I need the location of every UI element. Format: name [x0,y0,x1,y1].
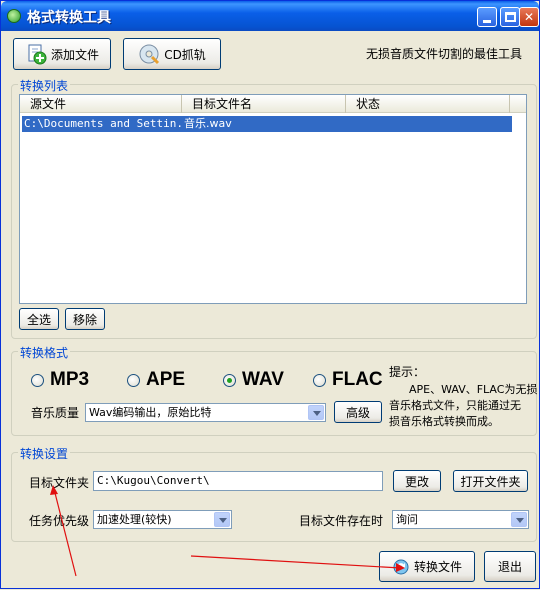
remove-button[interactable]: 移除 [65,308,105,330]
list-header: 源文件 目标文件名 状态 [20,95,526,113]
radio-ape-dot [127,373,140,387]
minimize-button[interactable] [477,7,497,27]
slogan-text: 无损音质文件切割的最佳工具 [366,47,523,61]
hint-line-1: APE、WAV、FLAC为无损 [409,383,538,396]
exists-select[interactable]: 询问 [392,510,529,529]
radio-mp3-label: MP3 [50,369,90,390]
row-source: C:\Documents and Settin... [24,117,182,130]
hint-line-2: 音乐格式文件，只能通过无 [389,399,521,412]
radio-ape[interactable]: APE [127,369,185,391]
hint-title: 提示： [389,365,426,379]
quality-value: Wav编码输出，原始比特 [89,406,212,419]
app-icon [7,9,21,23]
advanced-button[interactable]: 高级 [334,401,382,423]
radio-flac[interactable]: FLAC [313,369,383,391]
select-all-button[interactable]: 全选 [19,308,59,330]
add-file-button[interactable]: 添加文件 [13,38,111,70]
priority-label: 任务优先级 [29,514,90,528]
radio-ape-label: APE [146,369,186,390]
convert-list-view[interactable]: 源文件 目标文件名 状态 C:\Documents and Settin... … [19,94,527,304]
format-title: 转换格式 [18,344,71,361]
column-source[interactable]: 源文件 [20,95,182,113]
window-title: 格式转换工具 [27,10,111,26]
radio-mp3-dot [31,373,44,387]
quality-label: 音乐质量 [31,406,80,420]
close-button[interactable]: ✕ [519,7,539,27]
chevron-down-icon [214,512,230,527]
maximize-icon [505,12,516,22]
priority-value: 加速处理(较快) [97,513,172,526]
row-target: 音乐.wav [184,117,232,130]
cd-rip-label: CD抓轨 [164,47,206,62]
chevron-down-icon [308,405,324,420]
change-button[interactable]: 更改 [393,470,441,492]
settings-title: 转换设置 [18,445,71,462]
exists-value: 询问 [396,513,418,526]
hint-line-3: 损音乐格式转换而成。 [389,415,499,428]
radio-mp3[interactable]: MP3 [31,369,89,391]
close-icon: ✕ [523,10,535,24]
convert-button[interactable]: 转换文件 [379,551,475,582]
maximize-button[interactable] [500,7,520,27]
minimize-icon [483,20,491,23]
exit-button[interactable]: 退出 [484,551,536,582]
quality-select[interactable]: Wav编码输出，原始比特 [85,403,326,422]
add-file-label: 添加文件 [50,47,99,62]
priority-select[interactable]: 加速处理(较快) [93,510,232,529]
convert-icon [393,559,409,574]
target-folder-label: 目标文件夹 [29,476,90,490]
convert-label: 转换文件 [413,560,462,574]
column-status[interactable]: 状态 [346,95,510,113]
annotation-arrow-2 [190,555,405,572]
add-file-icon [28,44,47,65]
radio-wav[interactable]: WAV [223,369,284,391]
title-bar[interactable]: 格式转换工具 ✕ [1,1,539,31]
table-row[interactable]: C:\Documents and Settin... 音乐.wav [22,116,512,132]
radio-wav-label: WAV [242,369,284,390]
target-folder-input[interactable]: C:\Kugou\Convert\ [93,471,383,491]
exists-label: 目标文件存在时 [299,514,384,528]
open-folder-button[interactable]: 打开文件夹 [453,470,528,492]
radio-wav-dot [223,373,236,387]
radio-flac-label: FLAC [332,369,383,390]
cd-icon [139,44,160,65]
radio-flac-dot [313,373,326,387]
app-window: 格式转换工具 ✕ 添加文件 CD抓轨 无损音质文件切割的最佳工具 转换列表 源文… [0,0,540,589]
chevron-down-icon [511,512,527,527]
column-target[interactable]: 目标文件名 [182,95,346,113]
convert-list-title: 转换列表 [18,77,71,94]
cd-rip-button[interactable]: CD抓轨 [123,38,221,70]
